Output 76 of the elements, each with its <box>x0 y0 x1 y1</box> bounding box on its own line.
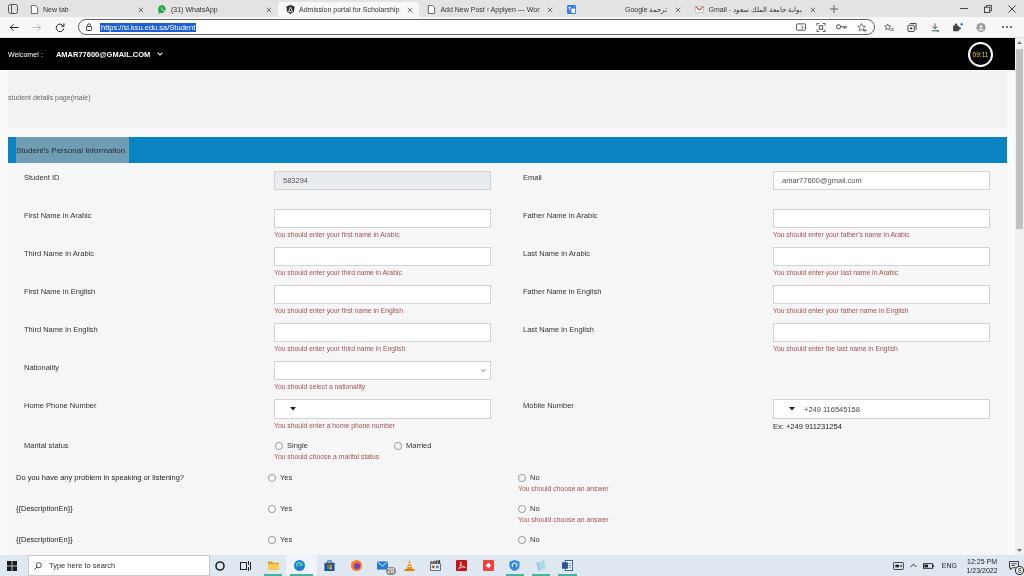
chevron-down-icon <box>481 369 486 372</box>
page-icon <box>427 5 437 14</box>
star-plus-icon[interactable] <box>857 22 867 32</box>
text-field[interactable] <box>274 247 491 266</box>
task-view-icon[interactable] <box>240 560 251 571</box>
folder-icon <box>267 560 279 571</box>
text-field[interactable] <box>274 209 491 228</box>
key-icon[interactable] <box>836 24 847 30</box>
close-icon[interactable] <box>809 6 816 13</box>
star-list-icon[interactable] <box>884 22 894 32</box>
text-field[interactable] <box>773 209 990 228</box>
new-tab-icon[interactable] <box>829 5 838 13</box>
close-icon[interactable] <box>266 6 272 13</box>
text-field[interactable] <box>274 285 491 304</box>
phone-field[interactable] <box>274 399 491 419</box>
chat-bubble-icon <box>158 5 167 14</box>
section-title: Student's Personal Information <box>16 137 130 163</box>
swirl-icon <box>294 560 306 571</box>
diamond-tile-icon <box>482 560 494 571</box>
caret-down-icon[interactable] <box>290 407 296 411</box>
select-field[interactable] <box>274 361 491 380</box>
traffic-cone-icon <box>403 560 415 571</box>
text-field[interactable] <box>773 323 990 342</box>
taskbar-app[interactable] <box>286 555 317 576</box>
close-icon[interactable] <box>138 6 144 13</box>
translate-icon <box>567 5 577 14</box>
radio-button[interactable] <box>518 473 526 482</box>
caret-down-icon[interactable] <box>789 407 795 411</box>
avatar-icon[interactable] <box>976 22 986 32</box>
close-icon[interactable] <box>547 6 554 13</box>
envelope-icon <box>695 5 705 14</box>
panel-icon[interactable] <box>8 4 18 14</box>
start-tiles-icon[interactable] <box>7 560 17 571</box>
shield-icon <box>286 5 295 14</box>
close-icon[interactable] <box>407 6 414 13</box>
document-icon <box>562 560 573 571</box>
radio-button[interactable] <box>394 441 402 450</box>
radio-button[interactable] <box>268 535 276 544</box>
close-icon[interactable] <box>675 6 682 13</box>
frame-corners-icon[interactable] <box>816 22 826 32</box>
screen-icon[interactable] <box>796 22 806 32</box>
restore-icon[interactable] <box>984 4 992 13</box>
scrollbar-thumb[interactable] <box>1016 49 1023 229</box>
text-field[interactable] <box>773 247 990 266</box>
shopping-bag-icon <box>324 560 336 571</box>
radio-button[interactable] <box>268 504 276 513</box>
shield-icon <box>509 560 521 571</box>
chevron-down-icon <box>157 52 164 56</box>
radio-button[interactable] <box>518 535 526 544</box>
pdf-icon <box>456 560 468 571</box>
battery-icon[interactable] <box>922 561 934 570</box>
puzzle-piece-icon[interactable] <box>953 22 963 32</box>
stacked-squares-icon[interactable] <box>907 22 917 32</box>
arrow-up-icon[interactable] <box>1017 41 1022 44</box>
concentric-circle-icon <box>350 560 362 571</box>
search-icon <box>34 561 42 570</box>
radio-button[interactable] <box>268 473 276 482</box>
envelope-icon <box>377 560 389 571</box>
video-camera-icon[interactable] <box>892 561 904 570</box>
text-field[interactable] <box>773 285 990 304</box>
close-icon[interactable] <box>1008 4 1016 13</box>
scrollbar[interactable] <box>1015 38 1024 555</box>
notification-icon[interactable] <box>1009 561 1019 570</box>
radio-button[interactable] <box>275 441 283 450</box>
arrow-down-icon[interactable] <box>1017 549 1022 552</box>
download-icon[interactable] <box>930 22 940 32</box>
clapperboard-icon <box>430 560 442 571</box>
ring-icon[interactable] <box>215 560 225 571</box>
lock-icon[interactable] <box>86 23 92 31</box>
tilted-card-icon <box>535 560 547 571</box>
radio-button[interactable] <box>518 504 526 513</box>
text-field[interactable] <box>274 323 491 342</box>
back-arrow-icon[interactable] <box>9 22 19 32</box>
page-icon <box>30 5 39 14</box>
reload-icon[interactable] <box>55 22 65 32</box>
chevron-up-icon[interactable] <box>909 563 917 568</box>
